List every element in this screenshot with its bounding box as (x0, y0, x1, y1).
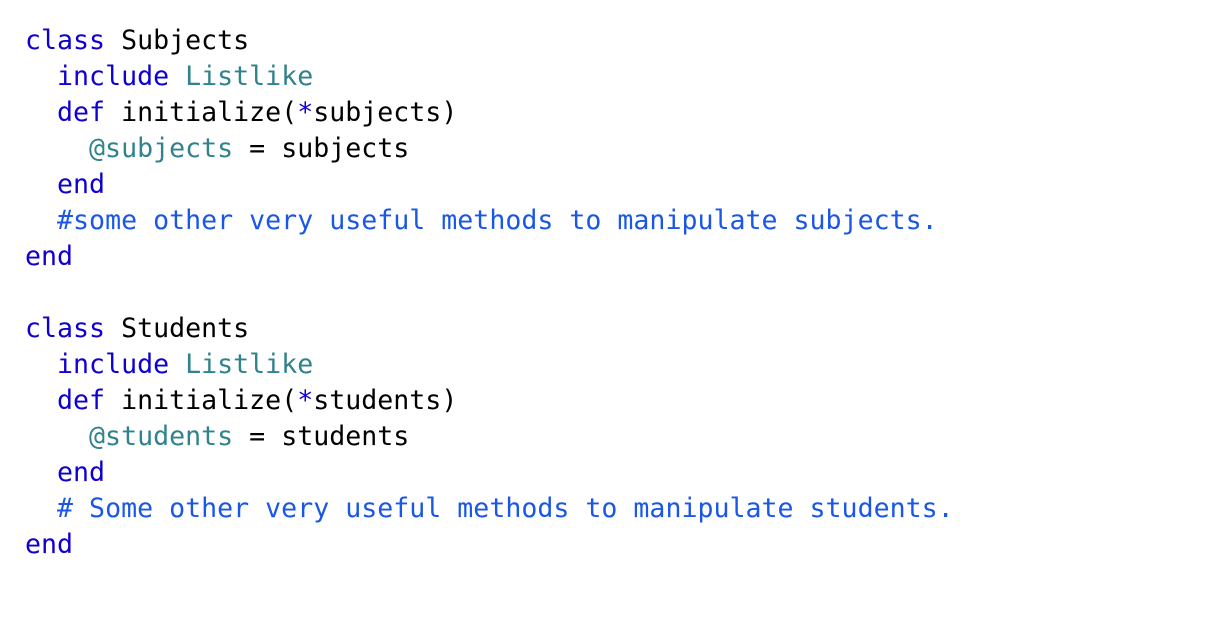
keyword-token: include (57, 61, 170, 92)
code-line: class Students (25, 311, 954, 347)
code-line: @subjects = subjects (25, 131, 954, 167)
code-text: subjects) (313, 97, 458, 128)
keyword-token: end (25, 241, 74, 272)
constant-token: Listlike (185, 349, 314, 380)
keyword-token: end (57, 457, 106, 488)
keyword-token: include (57, 349, 170, 380)
keyword-token: def (57, 385, 106, 416)
keyword-token: * (297, 385, 314, 416)
keyword-token: end (25, 529, 74, 560)
code-line: end (25, 167, 954, 203)
code-text: Students (105, 313, 250, 344)
constant-token: Listlike (185, 61, 314, 92)
code-text: = subjects (233, 133, 410, 164)
keyword-token: class (25, 313, 106, 344)
code-line: include Listlike (25, 347, 954, 383)
code-text: = students (233, 421, 410, 452)
code-text: students) (313, 385, 458, 416)
code-line: @students = students (25, 419, 954, 455)
code-block: class Subjects include Listlike def init… (25, 23, 954, 563)
code-text: Subjects (105, 25, 250, 56)
code-line: def initialize(*subjects) (25, 95, 954, 131)
keyword-token: def (57, 97, 106, 128)
code-text: initialize( (105, 385, 298, 416)
comment-token: # Some other very useful methods to mani… (57, 493, 954, 524)
keyword-token: end (57, 169, 106, 200)
keyword-token: * (297, 97, 314, 128)
comment-token: #some other very useful methods to manip… (57, 205, 938, 236)
code-line: #some other very useful methods to manip… (25, 203, 954, 239)
code-line: end (25, 527, 954, 563)
code-text: initialize( (105, 97, 298, 128)
code-line: end (25, 455, 954, 491)
code-line: class Subjects (25, 23, 954, 59)
code-line: # Some other very useful methods to mani… (25, 491, 954, 527)
code-line: end (25, 239, 954, 275)
code-line: def initialize(*students) (25, 383, 954, 419)
instance-variable-token: @students (89, 421, 234, 452)
keyword-token: class (25, 25, 106, 56)
instance-variable-token: @subjects (89, 133, 234, 164)
code-line: include Listlike (25, 59, 954, 95)
